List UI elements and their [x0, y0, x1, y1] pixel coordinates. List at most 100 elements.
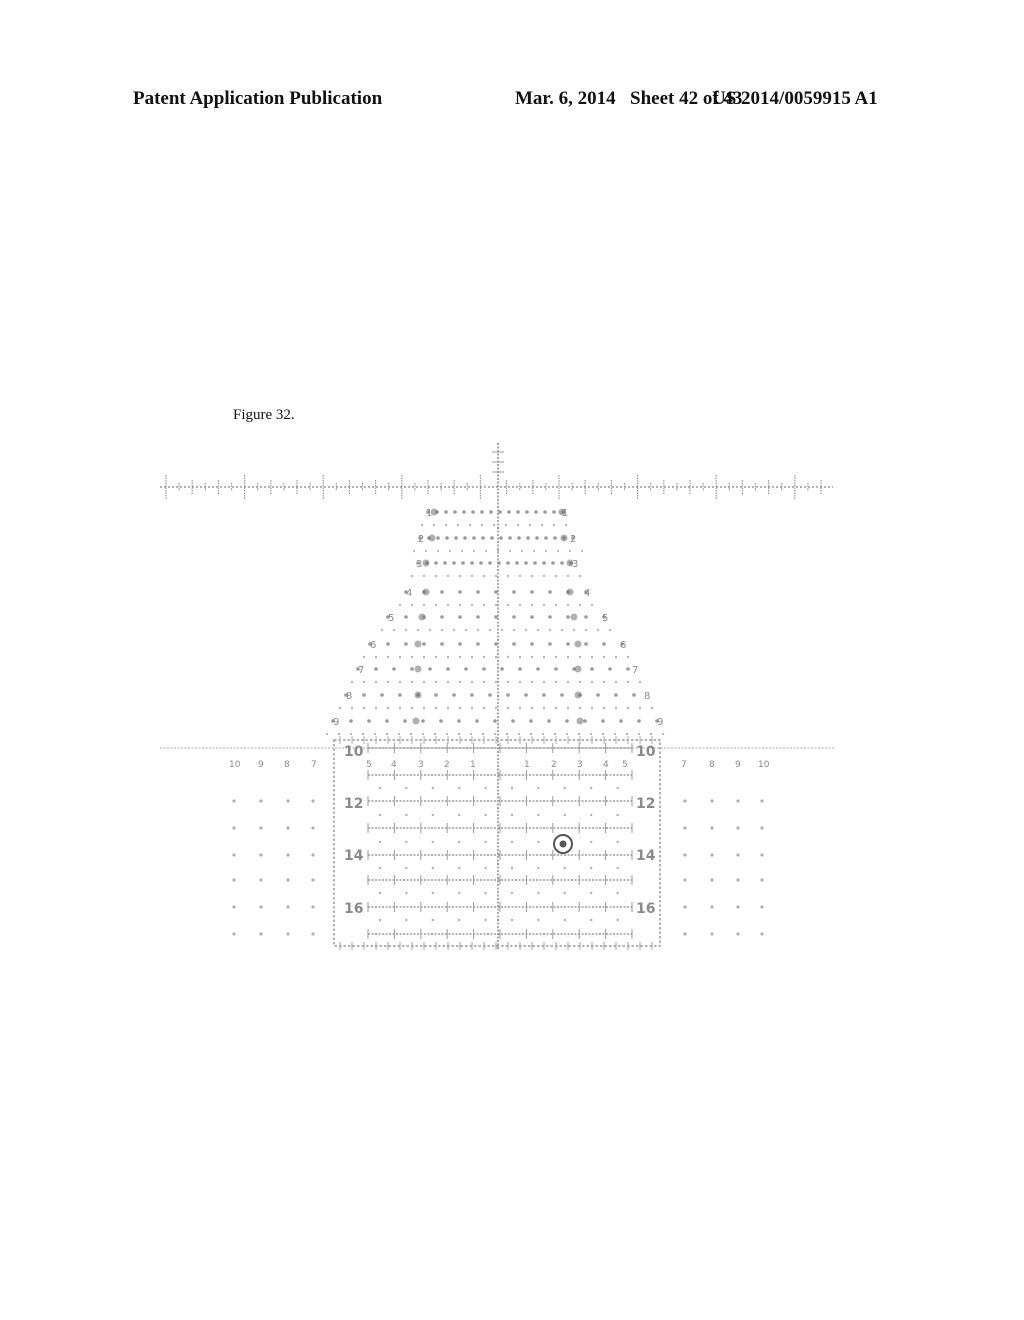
tree-dot: [482, 667, 486, 671]
box-label-14-left: 14: [344, 848, 364, 864]
tree-row-label-right: 5: [602, 613, 608, 624]
tree-minor-dot: [530, 706, 534, 710]
box-scale-right-1: 1: [524, 760, 530, 770]
reticle-lines: [160, 443, 835, 950]
box-grid-dot: [431, 840, 434, 844]
tree-dot: [547, 719, 551, 723]
tree-minor-dot: [397, 732, 401, 736]
box-scale-right-4: 4: [603, 760, 609, 770]
box-grid-dot: [616, 813, 619, 817]
outer-dot: [232, 799, 236, 803]
tree-dot: [452, 693, 456, 697]
tree-dot: [463, 536, 467, 540]
box-grid-dot: [616, 866, 619, 870]
tree-dot: [440, 642, 444, 646]
box-grid-dot: [537, 813, 540, 817]
tree-minor-dot: [433, 732, 437, 736]
box-grid-dot: [458, 786, 461, 790]
box-label-16-left: 16: [344, 901, 363, 917]
tree-minor-dot: [482, 655, 486, 659]
tree-minor-dot: [506, 655, 510, 659]
tree-dot: [530, 642, 534, 646]
tree-minor-dot: [566, 706, 570, 710]
tree-dot: [436, 536, 440, 540]
tree-minor-dot: [505, 732, 509, 736]
tree-row-marker: [412, 717, 420, 725]
tree-dot: [374, 667, 378, 671]
stadia-ticks: [165, 451, 822, 499]
tree-minor-dot: [460, 549, 464, 553]
tree-row-marker: [576, 717, 584, 725]
reticle-diagram: 1 12 23 34 45 56 67 78 89 9 10 10 12 12 14 14 16 …: [160, 443, 835, 950]
tree-minor-dot: [422, 706, 426, 710]
box-grid-dot: [431, 918, 434, 922]
outer-dot: [760, 878, 764, 882]
tree-minor-dot: [494, 574, 498, 578]
tree-dot: [553, 536, 557, 540]
tree-minor-dot: [482, 574, 486, 578]
outer-dot: [683, 932, 687, 936]
tree-minor-dot: [410, 706, 414, 710]
box-grid-dot: [378, 918, 382, 922]
outer-dot: [286, 878, 290, 882]
box-grid-dot: [484, 840, 487, 844]
box-scale-right-3: 3: [577, 760, 583, 770]
outer-dot: [710, 905, 714, 909]
tree-dot: [367, 719, 371, 723]
tree-dot: [506, 693, 510, 697]
tree-dot: [548, 615, 552, 619]
box-grid-dot: [616, 918, 619, 922]
tree-minor-dot: [374, 655, 378, 659]
tree-minor-dot: [516, 523, 520, 527]
tree-dot: [493, 719, 497, 723]
outer-dot: [259, 853, 263, 857]
box-scale-left-1: 1: [470, 760, 476, 770]
box-scale-left-4: 4: [391, 760, 397, 770]
box-grid-dot: [458, 866, 461, 870]
tree-minor-dot: [626, 655, 630, 659]
box-grid-dot: [510, 866, 514, 870]
tree-minor-dot: [422, 603, 426, 607]
tree-minor-dot: [468, 523, 472, 527]
outer-dot: [311, 826, 315, 830]
tree-minor-dot: [380, 628, 384, 632]
tree-row-label-left: 2: [418, 534, 424, 545]
outer-dot: [259, 826, 263, 830]
tree-minor-dot: [580, 549, 584, 553]
tree-dot: [535, 536, 539, 540]
tree-dot: [481, 536, 485, 540]
tree-dot: [453, 510, 457, 514]
tree-minor-dot: [446, 680, 450, 684]
tree-row-label-left: 5: [388, 613, 394, 624]
box-grid-dot: [405, 918, 408, 922]
tree-row-label-right: 7: [632, 665, 638, 676]
tree-dot: [497, 561, 501, 565]
box-grid-dot: [405, 813, 408, 817]
tree-minor-dot: [469, 732, 473, 736]
tree-dot: [590, 667, 594, 671]
tree-dot: [548, 642, 552, 646]
tree-minor-dot: [602, 655, 606, 659]
tree-minor-dot: [337, 732, 341, 736]
tree-minor-dot: [504, 523, 508, 527]
holdover-tree: 1 1 2 2 3 3 4 4 5 5 6 6 7 7 8 8 9 9: [325, 508, 665, 736]
tree-minor-dot: [554, 706, 558, 710]
tree-dot: [542, 693, 546, 697]
tree-minor-dot: [444, 523, 448, 527]
outer-dot: [736, 826, 740, 830]
box-grid-dot: [458, 840, 461, 844]
tree-dot: [530, 590, 534, 594]
box-grid-dot: [590, 813, 593, 817]
tree-row-label-right: 3: [572, 559, 578, 570]
tree-minor-dot: [410, 574, 414, 578]
tree-row-marker: [570, 613, 578, 621]
tree-row-marker: [574, 665, 582, 673]
outer-dot: [311, 799, 315, 803]
tree-minor-dot: [578, 574, 582, 578]
box-grid-dot: [378, 813, 382, 817]
tree-minor-dot: [614, 680, 618, 684]
box-grid-dot: [405, 866, 408, 870]
tree-minor-dot: [542, 574, 546, 578]
outer-dot: [286, 905, 290, 909]
tree-dot: [392, 667, 396, 671]
